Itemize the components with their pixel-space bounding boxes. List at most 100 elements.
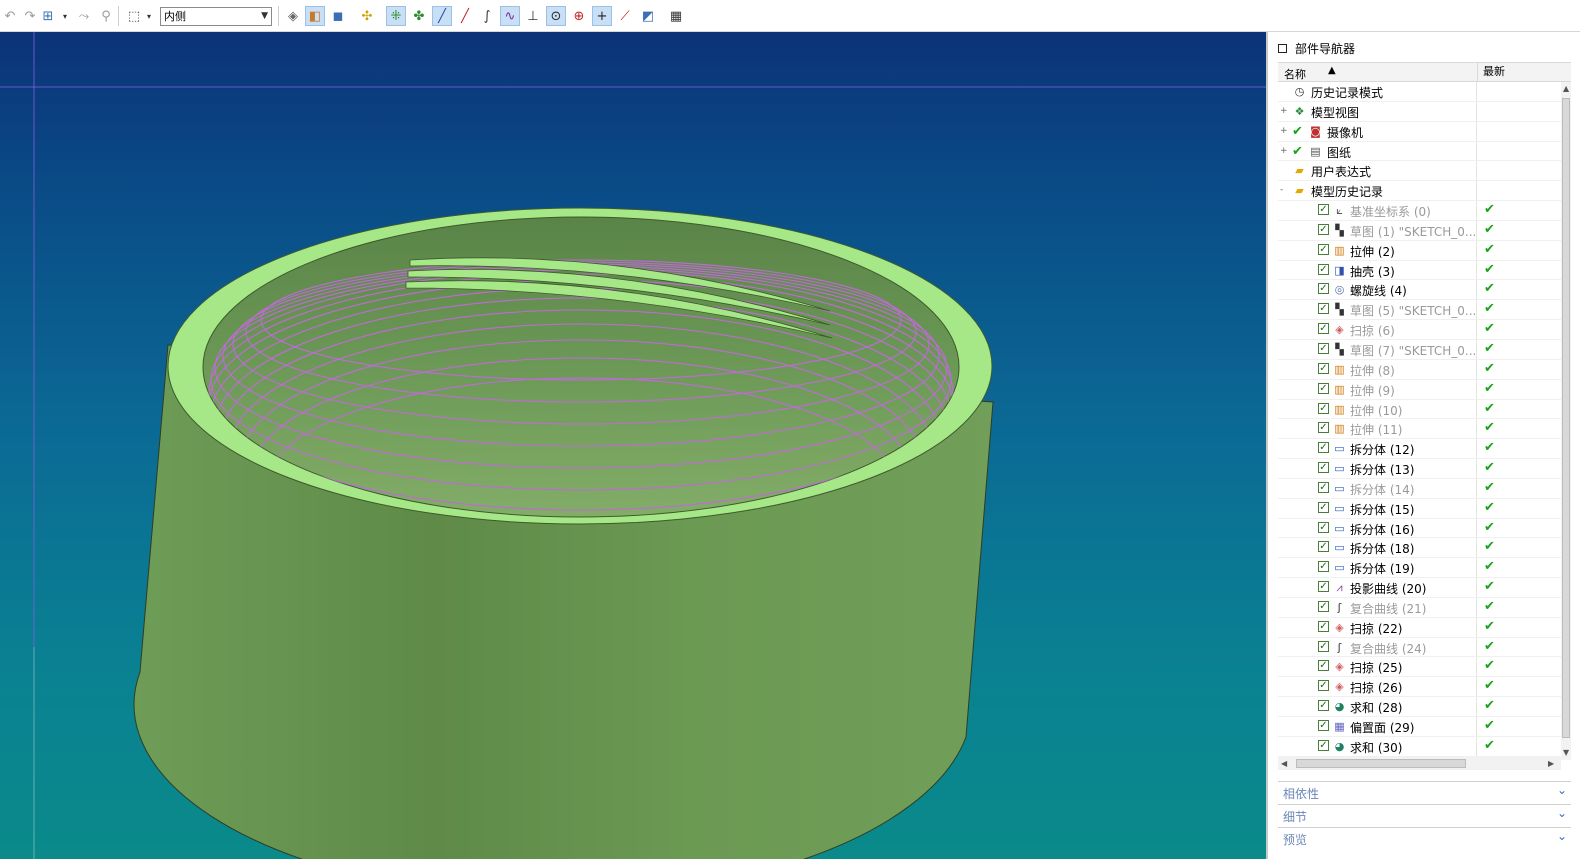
- scroll-right-icon[interactable]: ▶: [1548, 759, 1554, 768]
- point-on-face-icon[interactable]: ◩: [638, 6, 658, 26]
- panel-preview[interactable]: 预览 ⌄: [1278, 827, 1571, 848]
- feature-row[interactable]: ✓ ▚ 草图 (1) "SKETCH_0... ✔: [1278, 220, 1561, 241]
- collapse-icon[interactable]: -: [1280, 186, 1287, 195]
- feature-row[interactable]: ✓ ▚ 草图 (5) "SKETCH_0... ✔: [1278, 300, 1561, 321]
- scroll-up-icon[interactable]: ▲: [1563, 84, 1569, 93]
- navigator-pin-icon[interactable]: [1278, 43, 1287, 53]
- constraint-icon[interactable]: ⚲: [96, 6, 116, 26]
- feature-checkbox[interactable]: ✓: [1318, 700, 1329, 712]
- feature-checkbox[interactable]: ✓: [1318, 442, 1329, 454]
- curve-icon[interactable]: ∫: [477, 6, 497, 26]
- panel-details[interactable]: 细节 ⌄: [1278, 804, 1571, 825]
- tree-node-row[interactable]: + ✔ ▤ 图纸: [1278, 141, 1561, 162]
- tree-node-row[interactable]: ◷ 历史记录模式: [1278, 82, 1561, 102]
- selection-scope-dropdown[interactable]: 内侧 ▼: [160, 7, 272, 26]
- selection-box-icon[interactable]: ⬚: [124, 6, 144, 26]
- feature-checkbox[interactable]: ✓: [1318, 362, 1329, 374]
- shaded-icon[interactable]: ◈: [283, 6, 303, 26]
- feature-checkbox[interactable]: ✓: [1318, 303, 1329, 315]
- feature-row[interactable]: ✓ ▭ 拆分体 (14) ✔: [1278, 478, 1561, 499]
- table-icon[interactable]: ▦: [666, 6, 686, 26]
- column-name[interactable]: 名称: [1284, 66, 1306, 82]
- expand-icon[interactable]: +: [1280, 106, 1288, 115]
- sort-ascending-icon[interactable]: ▲: [1328, 65, 1336, 76]
- add-component-icon[interactable]: ⊞: [38, 6, 58, 26]
- feature-checkbox[interactable]: ✓: [1318, 660, 1329, 672]
- feature-row[interactable]: ✓ ▭ 拆分体 (15) ✔: [1278, 498, 1561, 519]
- feature-checkbox[interactable]: ✓: [1318, 720, 1329, 731]
- feature-checkbox[interactable]: ✓: [1318, 422, 1329, 434]
- feature-row[interactable]: ✓ ◈ 扫掠 (22) ✔: [1278, 617, 1561, 638]
- feature-checkbox[interactable]: ✓: [1318, 204, 1329, 216]
- spline-icon[interactable]: ∿: [500, 6, 520, 26]
- feature-checkbox[interactable]: ✓: [1318, 600, 1329, 612]
- feature-row[interactable]: ✓ ◈ 扫掠 (26) ✔: [1278, 677, 1561, 698]
- scroll-down-icon[interactable]: ▼: [1563, 748, 1569, 757]
- snap-endpoint-icon[interactable]: ⁜: [386, 6, 406, 26]
- feature-row[interactable]: ✓ ▥ 拉伸 (8) ✔: [1278, 359, 1561, 380]
- feature-checkbox[interactable]: ✓: [1318, 462, 1329, 474]
- feature-checkbox[interactable]: ✓: [1318, 680, 1329, 692]
- feature-checkbox[interactable]: ✓: [1318, 541, 1329, 553]
- feature-checkbox[interactable]: ✓: [1318, 561, 1329, 573]
- feature-checkbox[interactable]: ✓: [1318, 342, 1329, 354]
- graphics-viewport[interactable]: [0, 32, 1266, 859]
- scroll-thumb[interactable]: [1296, 759, 1466, 768]
- feature-row[interactable]: ✓ ◈ 扫掠 (25) ✔: [1278, 657, 1561, 678]
- panel-dependencies[interactable]: 相依性 ⌄: [1278, 781, 1571, 802]
- feature-row[interactable]: ✓ ▦ 偏置面 (29) ✔: [1278, 717, 1561, 737]
- move-component-icon[interactable]: ⤳: [74, 6, 94, 26]
- scroll-thumb[interactable]: [1562, 98, 1570, 738]
- feature-row[interactable]: ✓ ▭ 拆分体 (19) ✔: [1278, 558, 1561, 579]
- feature-checkbox[interactable]: ✓: [1318, 501, 1329, 513]
- feature-row[interactable]: ✓ ⩘ 投影曲线 (20) ✔: [1278, 578, 1561, 598]
- tangent-icon[interactable]: ⊥: [523, 6, 543, 26]
- feature-checkbox[interactable]: ✓: [1318, 521, 1329, 533]
- chevron-down-icon[interactable]: ⌄: [1557, 783, 1567, 797]
- chevron-down-icon[interactable]: ⌄: [1557, 806, 1567, 820]
- feature-row[interactable]: ✓ ◕ 求和 (28) ✔: [1278, 697, 1561, 717]
- feature-checkbox[interactable]: ✓: [1318, 223, 1329, 235]
- feature-row[interactable]: ✓ ʃ 复合曲线 (24) ✔: [1278, 637, 1561, 658]
- vertical-scrollbar[interactable]: ▲ ▼: [1561, 82, 1571, 760]
- solid-cube-icon[interactable]: ◼: [328, 6, 348, 26]
- undo-icon[interactable]: ↶: [0, 6, 20, 26]
- feature-row[interactable]: ✓ ▚ 草图 (7) "SKETCH_0... ✔: [1278, 339, 1561, 360]
- feature-checkbox[interactable]: ✓: [1318, 620, 1329, 632]
- feature-checkbox[interactable]: ✓: [1318, 640, 1329, 652]
- feature-row[interactable]: ✓ ▭ 拆分体 (18) ✔: [1278, 538, 1561, 559]
- quadrant-icon[interactable]: ⊕: [569, 6, 589, 26]
- line-endpoint-icon[interactable]: ╱: [455, 6, 475, 26]
- redo-icon[interactable]: ↷: [20, 6, 40, 26]
- chevron-down-icon[interactable]: ▾: [60, 6, 70, 26]
- navigator-tree[interactable]: ◷ 历史记录模式 + ❖ 模型视图 + ✔ ◙ 摄像机 + ✔ ▤ 图纸 ▰ 用户表达式 - ▰ 模型历史记录 ✓ ⟀…: [1278, 82, 1561, 760]
- feature-checkbox[interactable]: ✓: [1318, 263, 1329, 275]
- feature-row[interactable]: ✓ ▭ 拆分体 (13) ✔: [1278, 459, 1561, 479]
- feature-row[interactable]: ✓ ▭ 拆分体 (12) ✔: [1278, 439, 1561, 460]
- feature-row[interactable]: ✓ ▭ 拆分体 (16) ✔: [1278, 518, 1561, 539]
- tree-node-row[interactable]: - ▰ 模型历史记录: [1278, 181, 1561, 202]
- line-icon[interactable]: ╱: [432, 6, 452, 26]
- expand-icon[interactable]: +: [1280, 146, 1288, 155]
- feature-checkbox[interactable]: ✓: [1318, 739, 1329, 751]
- feature-row[interactable]: ✓ ◈ 扫掠 (6) ✔: [1278, 320, 1561, 340]
- feature-checkbox[interactable]: ✓: [1318, 481, 1329, 493]
- arc-center-icon[interactable]: ⊙: [546, 6, 566, 26]
- tree-node-row[interactable]: + ❖ 模型视图: [1278, 101, 1561, 122]
- chevron-down-icon[interactable]: ⌄: [1557, 829, 1567, 843]
- tree-node-row[interactable]: + ✔ ◙ 摄像机: [1278, 121, 1561, 142]
- feature-row[interactable]: ✓ ⟀ 基准坐标系 (0) ✔: [1278, 201, 1561, 221]
- feature-row[interactable]: ✓ ▥ 拉伸 (11) ✔: [1278, 419, 1561, 440]
- shaded-with-edges-icon[interactable]: ◧: [305, 6, 325, 26]
- feature-checkbox[interactable]: ✓: [1318, 323, 1329, 335]
- scroll-left-icon[interactable]: ◀: [1281, 759, 1287, 768]
- chevron-down-icon[interactable]: ▾: [144, 6, 154, 26]
- snap-midpoint-icon[interactable]: ✤: [409, 6, 429, 26]
- feature-row[interactable]: ✓ ◨ 抽壳 (3) ✔: [1278, 260, 1561, 281]
- intersection-icon[interactable]: +: [592, 6, 612, 26]
- tree-node-row[interactable]: ▰ 用户表达式: [1278, 161, 1561, 182]
- feature-checkbox[interactable]: ✓: [1318, 581, 1329, 593]
- feature-row[interactable]: ✓ ◎ 螺旋线 (4) ✔: [1278, 280, 1561, 301]
- feature-checkbox[interactable]: ✓: [1318, 402, 1329, 414]
- snap-point-icon[interactable]: ✣: [357, 6, 377, 26]
